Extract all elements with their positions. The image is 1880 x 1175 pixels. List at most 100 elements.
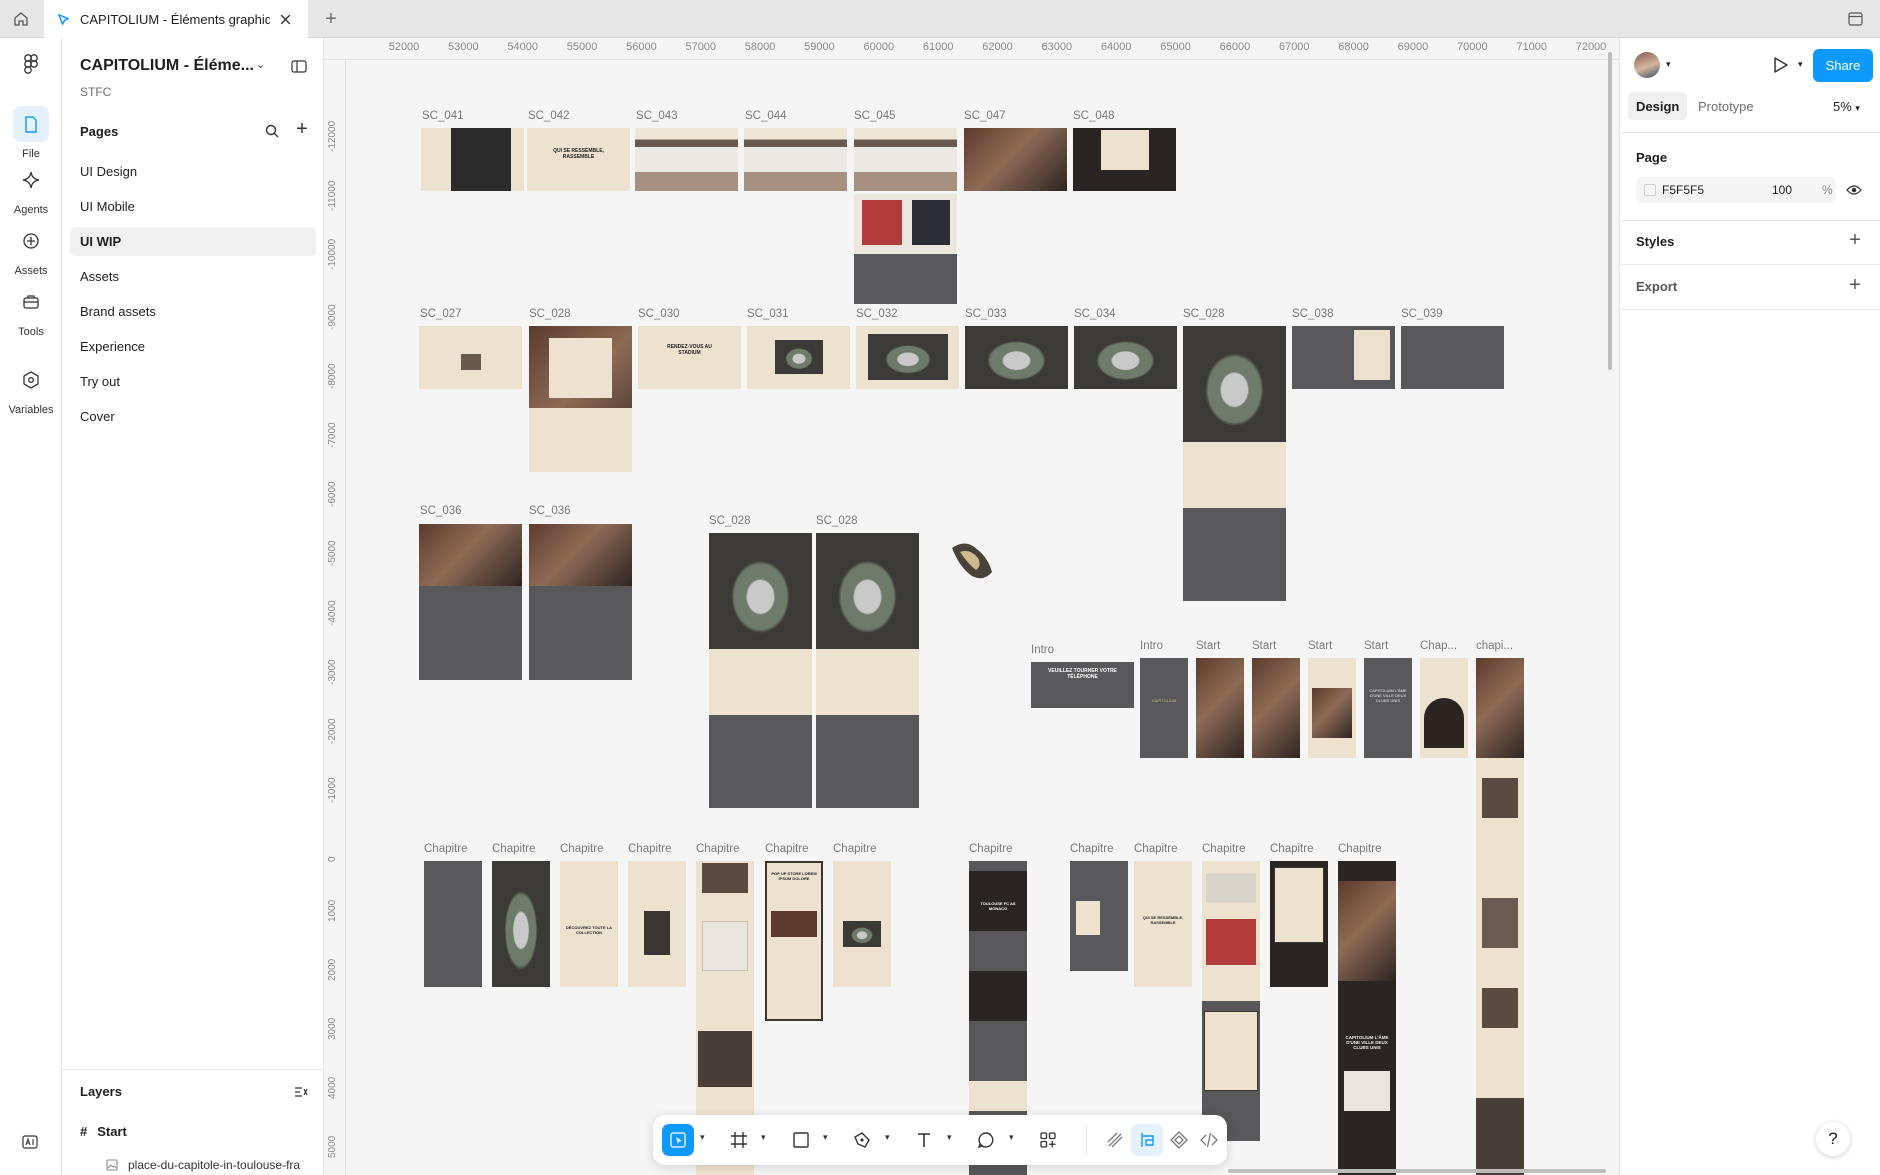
frame-label[interactable]: SC_036	[529, 505, 571, 517]
text-tool-button[interactable]	[908, 1124, 940, 1156]
frame-thumbnail[interactable]: QUI SE RESSEMBLE, RASSEMBLE	[527, 128, 630, 191]
rail-item-agents[interactable]: Agents	[0, 162, 62, 216]
frame-label[interactable]: Chapitre	[696, 843, 739, 855]
frame-thumbnail[interactable]	[1476, 658, 1524, 1175]
frame-label[interactable]: SC_028	[1183, 308, 1225, 320]
frame-label[interactable]: SC_028	[709, 515, 751, 527]
frame-thumbnail[interactable]	[854, 128, 957, 191]
layer-row-image[interactable]: place-du-capitole-in-toulouse-fra	[106, 1154, 300, 1175]
frame-label[interactable]: SC_041	[422, 110, 464, 122]
home-tab-button[interactable]	[0, 0, 42, 38]
frame-thumbnail[interactable]	[1196, 658, 1244, 758]
frame-label[interactable]: Chapitre	[424, 843, 467, 855]
frame-thumbnail[interactable]	[419, 326, 522, 389]
page-item-cover[interactable]: Cover	[70, 402, 316, 431]
shape-tool-button[interactable]	[785, 1124, 817, 1156]
file-name[interactable]: CAPITOLIUM - Éléme...	[80, 57, 254, 75]
frame-label[interactable]: SC_028	[529, 308, 571, 320]
frame-thumbnail[interactable]: DÉCOUVREZ TOUTE LA COLLECTION	[560, 861, 618, 987]
panel-toggle-button[interactable]	[1842, 0, 1868, 38]
frame-thumbnail[interactable]	[492, 861, 550, 987]
draw-mode-button[interactable]	[1099, 1124, 1131, 1156]
vertical-scrollbar[interactable]	[1608, 52, 1612, 370]
frame-label[interactable]: SC_042	[528, 110, 570, 122]
rail-item-variables[interactable]: Variables	[0, 362, 62, 416]
add-page-button[interactable]: +	[291, 119, 313, 141]
frame-thumbnail[interactable]: CAPITOLIUM L'ÂME D'UNE VILLE DEUX CLUBS …	[1364, 658, 1412, 758]
page-item-assets[interactable]: Assets	[70, 262, 316, 291]
move-tool-button[interactable]	[662, 1124, 694, 1156]
frame-thumbnail[interactable]	[965, 326, 1068, 389]
chevron-down-icon[interactable]: ▾	[1798, 59, 1803, 70]
frame-thumbnail[interactable]	[1270, 861, 1328, 987]
collapse-panel-button[interactable]	[288, 55, 310, 77]
frame-thumbnail[interactable]: RENDEZ-VOUS AU STADIUM	[638, 326, 741, 389]
frame-thumbnail[interactable]	[1074, 326, 1177, 389]
frame-thumbnail[interactable]	[421, 128, 524, 191]
rail-item-assets[interactable]: Assets	[0, 223, 62, 277]
frame-label[interactable]: Intro	[1140, 640, 1163, 652]
frame-thumbnail[interactable]	[628, 861, 686, 987]
frame-label[interactable]: SC_043	[636, 110, 678, 122]
frame-label[interactable]: Chapitre	[1134, 843, 1177, 855]
design-mode-button[interactable]	[1131, 1124, 1163, 1156]
frame-label[interactable]: Start	[1196, 640, 1220, 652]
frame-label[interactable]: SC_038	[1292, 308, 1334, 320]
frame-label[interactable]: Chapitre	[833, 843, 876, 855]
canvas[interactable]: 52000 53000 54000 55000 56000 57000 58000 59000…	[324, 38, 1619, 1175]
rail-item-figma[interactable]	[0, 46, 62, 82]
frame-thumbnail[interactable]	[833, 861, 891, 987]
frame-label[interactable]: chapi...	[1476, 640, 1513, 652]
frame-thumbnail[interactable]	[1401, 326, 1504, 389]
frame-thumbnail[interactable]	[1183, 326, 1286, 601]
frame-thumbnail[interactable]: CAPITOLIUM	[1140, 658, 1188, 758]
frame-label[interactable]: SC_045	[854, 110, 896, 122]
frame-thumbnail[interactable]	[1252, 658, 1300, 758]
frame-label[interactable]: Chapitre	[1202, 843, 1245, 855]
pen-tool-button[interactable]	[846, 1124, 878, 1156]
frame-label[interactable]: SC_034	[1074, 308, 1116, 320]
frame-thumbnail[interactable]: CAPITOLIUM L'ÂME D'UNE VILLE DEUX CLUBS …	[1338, 861, 1396, 1175]
frame-thumbnail[interactable]: QUI SE RESSEMBLE, RASSEMBLE	[1134, 861, 1192, 987]
chevron-down-icon[interactable]: ▾	[1666, 59, 1671, 70]
page-item-ui-wip[interactable]: UI WIP	[70, 227, 316, 256]
chevron-down-icon[interactable]: ▾	[700, 1132, 705, 1143]
frame-label[interactable]: Chapitre	[628, 843, 671, 855]
frame-label[interactable]: Start	[1308, 640, 1332, 652]
color-swatch[interactable]	[1644, 184, 1656, 196]
page-fill-row[interactable]: F5F5F5 100 %	[1636, 177, 1836, 203]
page-item-experience[interactable]: Experience	[70, 332, 316, 361]
frame-thumbnail[interactable]	[709, 533, 812, 808]
frame-label[interactable]: SC_039	[1401, 308, 1443, 320]
page-item-ui-mobile[interactable]: UI Mobile	[70, 192, 316, 221]
tab-design[interactable]: Design	[1628, 92, 1688, 120]
frame-thumbnail[interactable]	[1420, 658, 1468, 758]
page-item-ui-design[interactable]: UI Design	[70, 157, 316, 186]
tab-prototype[interactable]: Prototype	[1690, 92, 1762, 120]
frame-thumbnail[interactable]: POP UP STORE LOREM IPSUM DOLORE	[765, 861, 823, 1021]
frame-thumbnail[interactable]	[856, 326, 959, 389]
chevron-down-icon[interactable]: ▾	[761, 1132, 766, 1143]
visibility-toggle[interactable]	[1844, 180, 1864, 200]
chevron-down-icon[interactable]: ▾	[947, 1132, 952, 1143]
frame-label[interactable]: SC_027	[420, 308, 462, 320]
page-item-try-out[interactable]: Try out	[70, 367, 316, 396]
chevron-down-icon[interactable]: ▾	[885, 1132, 890, 1143]
help-button[interactable]: ?	[1816, 1122, 1850, 1156]
add-export-button[interactable]: +	[1845, 275, 1865, 296]
frame-thumbnail[interactable]	[529, 524, 632, 680]
frame-label[interactable]: Intro	[1031, 644, 1054, 656]
frame-thumbnail[interactable]	[964, 128, 1067, 191]
frame-label[interactable]: SC_028	[816, 515, 858, 527]
brand-logo-graphic[interactable]	[948, 538, 996, 584]
frame-label[interactable]: Chapitre	[560, 843, 603, 855]
chevron-down-icon[interactable]: ▾	[1009, 1132, 1014, 1143]
frame-thumbnail[interactable]	[747, 326, 850, 389]
frame-label[interactable]: SC_032	[856, 308, 898, 320]
frame-thumbnail[interactable]	[635, 128, 738, 191]
frame-label[interactable]: Chapitre	[969, 843, 1012, 855]
frame-label[interactable]: Chapitre	[492, 843, 535, 855]
frame-thumbnail[interactable]	[1073, 128, 1176, 191]
team-name[interactable]: STFC	[80, 85, 111, 99]
comment-tool-button[interactable]	[970, 1124, 1002, 1156]
